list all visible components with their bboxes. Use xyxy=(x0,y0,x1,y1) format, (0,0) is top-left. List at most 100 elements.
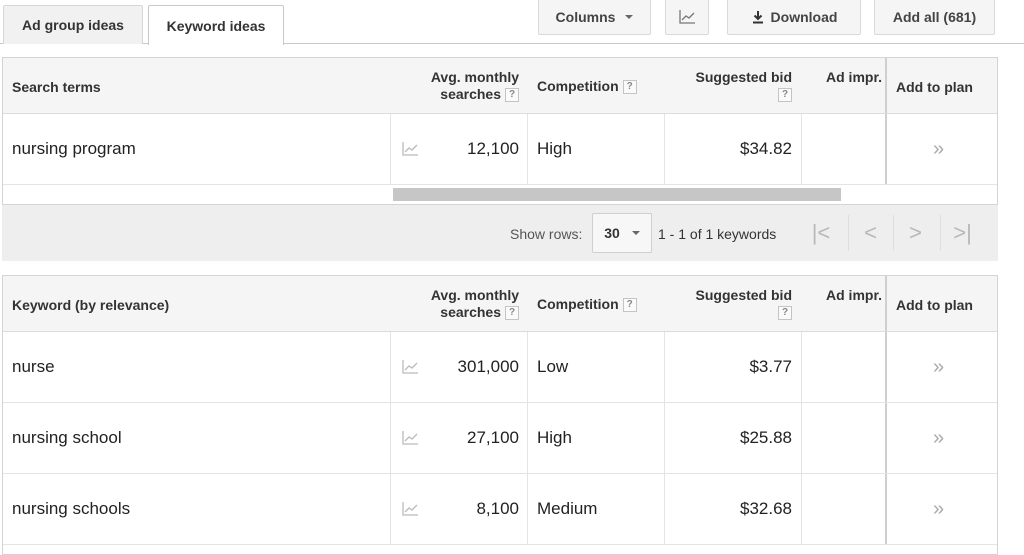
horizontal-scrollbar[interactable] xyxy=(393,188,841,201)
tab-ad-group-ideas[interactable]: Ad group ideas xyxy=(3,5,143,44)
chevron-down-icon xyxy=(631,231,640,235)
header-competition[interactable]: Competition? xyxy=(537,78,637,95)
header-ad-impr[interactable]: Ad impr. xyxy=(826,69,882,86)
column-divider xyxy=(664,114,665,184)
suggested-bid-value: $32.68 xyxy=(740,499,792,518)
competition-value: Medium xyxy=(537,499,598,518)
column-divider xyxy=(885,332,887,402)
trend-icon[interactable] xyxy=(401,403,419,473)
header-avg-monthly-searches[interactable]: Avg. monthly searches? xyxy=(431,69,519,103)
header-avg-line2: searches xyxy=(440,86,501,102)
last-page-button[interactable]: >| xyxy=(940,215,984,251)
table-header: Search terms Avg. monthly searches? Comp… xyxy=(3,58,997,114)
column-divider xyxy=(664,474,665,544)
avg-monthly-searches: 12,100 xyxy=(467,139,519,158)
column-divider xyxy=(664,332,665,402)
columns-button[interactable]: Columns xyxy=(538,0,651,35)
suggested-bid-value: $25.88 xyxy=(740,428,792,447)
column-divider xyxy=(885,276,887,331)
table-row: nursing school 27,100 High $25.88 » xyxy=(3,403,997,474)
header-search-terms[interactable]: Search terms xyxy=(12,79,101,96)
line-chart-icon xyxy=(679,10,695,24)
trend-icon[interactable] xyxy=(401,474,419,544)
column-divider xyxy=(390,114,391,184)
column-divider xyxy=(527,332,528,402)
column-divider xyxy=(390,332,391,402)
column-divider xyxy=(801,474,802,544)
column-divider xyxy=(390,474,391,544)
rows-per-page-select[interactable]: 30 xyxy=(592,213,652,253)
add-to-plan-button[interactable]: » xyxy=(933,332,944,402)
keyword-text: nursing school xyxy=(12,428,122,447)
competition-value: High xyxy=(537,139,572,158)
download-button[interactable]: Download xyxy=(727,0,861,35)
table-header: Keyword (by relevance) Avg. monthly sear… xyxy=(3,276,997,332)
header-avg-line1: Avg. monthly xyxy=(430,287,519,303)
tab-keyword-ideas[interactable]: Keyword ideas xyxy=(148,5,284,45)
help-icon[interactable]: ? xyxy=(622,80,637,95)
header-suggested-bid[interactable]: Suggested bid ? xyxy=(696,69,792,103)
header-keyword-by-relevance[interactable]: Keyword (by relevance) xyxy=(12,297,169,314)
help-icon[interactable]: ? xyxy=(505,88,519,103)
chart-button[interactable] xyxy=(665,0,709,35)
header-ad-impr[interactable]: Ad impr. xyxy=(826,287,882,304)
header-avg-monthly-searches[interactable]: Avg. monthly searches? xyxy=(431,287,519,321)
competition-value: Low xyxy=(537,357,569,376)
help-icon[interactable]: ? xyxy=(622,298,637,313)
header-avg-line1: Avg. monthly xyxy=(430,69,519,85)
column-divider xyxy=(801,403,802,473)
help-icon[interactable]: ? xyxy=(778,306,792,321)
suggested-bid-value: $34.82 xyxy=(740,139,792,158)
add-all-button[interactable]: Add all (681) xyxy=(874,0,995,35)
add-to-plan-button[interactable]: » xyxy=(933,474,944,544)
header-avg-line2: searches xyxy=(440,304,501,320)
help-icon[interactable]: ? xyxy=(505,306,519,321)
next-page-button[interactable]: > xyxy=(893,215,937,251)
header-add-to-plan: Add to plan xyxy=(896,297,973,313)
column-divider xyxy=(801,114,802,184)
trend-icon[interactable] xyxy=(401,332,419,402)
trend-icon[interactable] xyxy=(401,114,419,184)
first-page-button[interactable]: |< xyxy=(799,215,843,251)
table-row: nursing program 12,100 High $34.82 » xyxy=(3,114,997,185)
table-row: nursing schools 8,100 Medium $32.68 » xyxy=(3,474,997,545)
column-divider xyxy=(527,403,528,473)
download-icon xyxy=(752,11,763,24)
header-suggested-bid[interactable]: Suggested bid ? xyxy=(696,287,792,321)
avg-monthly-searches: 301,000 xyxy=(457,357,519,376)
rows-per-page-value: 30 xyxy=(604,225,620,241)
keyword-text: nursing schools xyxy=(12,499,131,518)
column-divider xyxy=(885,403,887,473)
header-add-to-plan: Add to plan xyxy=(896,79,973,95)
download-label: Download xyxy=(770,9,838,25)
pagination-bar: Show rows: 30 1 - 1 of 1 keywords |< < >… xyxy=(2,205,998,261)
search-terms-table: Search terms Avg. monthly searches? Comp… xyxy=(2,57,998,205)
help-icon[interactable]: ? xyxy=(778,88,792,103)
header-competition-label: Competition xyxy=(537,78,619,94)
keyword-text: nursing program xyxy=(12,139,136,158)
add-to-plan-button[interactable]: » xyxy=(933,403,944,473)
keyword-ideas-table: Keyword (by relevance) Avg. monthly sear… xyxy=(2,275,998,555)
chevron-down-icon xyxy=(625,15,634,19)
column-divider xyxy=(390,403,391,473)
header-competition[interactable]: Competition? xyxy=(537,296,637,313)
header-bid-label: Suggested bid xyxy=(695,287,792,303)
avg-monthly-searches: 8,100 xyxy=(476,499,519,518)
columns-label: Columns xyxy=(555,9,616,25)
competition-value: High xyxy=(537,428,572,447)
column-divider xyxy=(885,58,887,113)
avg-monthly-searches: 27,100 xyxy=(467,428,519,447)
prev-page-button[interactable]: < xyxy=(848,215,892,251)
column-divider xyxy=(527,474,528,544)
keyword-text: nurse xyxy=(12,357,55,376)
header-bid-label: Suggested bid xyxy=(695,69,792,85)
column-divider xyxy=(527,114,528,184)
suggested-bid-value: $3.77 xyxy=(749,357,792,376)
table-row: nurse 301,000 Low $3.77 » xyxy=(3,332,997,403)
column-divider xyxy=(885,114,887,184)
column-divider xyxy=(664,403,665,473)
header-competition-label: Competition xyxy=(537,296,619,312)
add-to-plan-button[interactable]: » xyxy=(933,114,944,184)
tab-bar: Ad group ideas Keyword ideas Columns Dow… xyxy=(0,0,1024,45)
show-rows-label: Show rows: xyxy=(510,226,583,242)
